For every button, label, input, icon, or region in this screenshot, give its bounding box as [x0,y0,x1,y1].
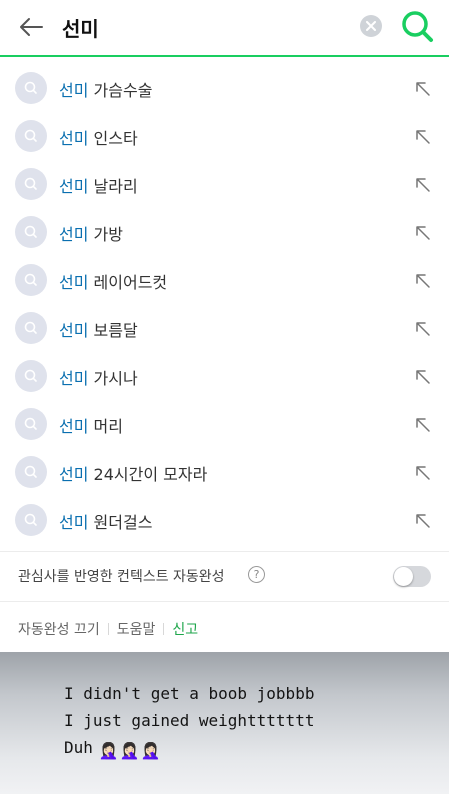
suggestion-item[interactable]: 선미 인스타 [0,112,449,160]
suggestion-text: 선미 인스타 [59,125,138,149]
story-caption: I didn't get a boob jobbbb I just gained… [64,680,314,764]
caption-duh: Duh [64,738,93,757]
arrow-up-left-icon[interactable] [414,368,432,386]
suggestion-rest: 원더걸스 [88,513,153,532]
divider [0,601,449,602]
context-autocomplete-label: 관심사를 반영한 컨텍스트 자동완성 [18,569,225,585]
arrow-up-left-icon[interactable] [414,512,432,530]
search-icon[interactable] [400,9,434,43]
report-link[interactable]: 신고 [172,622,198,638]
arrow-left-icon[interactable] [16,12,46,42]
caption-line-1: I didn't get a boob jobbbb [64,684,315,703]
suggestion-text: 선미 레이어드컷 [59,269,167,293]
suggestion-match: 선미 [59,81,89,100]
facepalm-emoji-row: 🤦🏻‍♀️🤦🏻‍♀️🤦🏻‍♀️ [99,737,162,764]
story-caption-overlay: I didn't get a boob jobbbb I just gained… [0,652,449,794]
suggestion-item[interactable]: 선미 머리 [0,400,449,448]
woman-facepalming-emoji: 🤦🏻‍♀️ [140,741,161,760]
suggestion-match: 선미 [59,465,89,484]
search-history-icon [15,120,47,152]
suggestion-item[interactable]: 선미 레이어드컷 [0,256,449,304]
suggestion-rest: 날라리 [88,177,138,196]
search-history-icon [15,456,47,488]
suggestion-rest: 보름달 [88,321,138,340]
suggestion-rest: 인스타 [88,129,138,148]
help-circle-icon[interactable]: ? [248,566,265,583]
suggestion-text: 선미 원더걸스 [59,509,152,533]
suggestion-text: 선미 가방 [59,221,123,245]
search-history-icon [15,360,47,392]
arrow-up-left-icon[interactable] [414,272,432,290]
suggestion-rest: 가슴수술 [88,81,153,100]
toggle-knob [394,567,413,586]
suggestion-match: 선미 [59,369,89,388]
context-autocomplete-toggle[interactable] [393,566,431,587]
suggestion-rest: 가시나 [88,369,138,388]
suggestion-match: 선미 [59,225,89,244]
suggestion-rest: 머리 [88,417,123,436]
clear-x-icon[interactable] [360,15,382,37]
separator [163,623,165,635]
footer-links: 자동완성 끄기 도움말 신고 [18,619,198,639]
suggestion-item[interactable]: 선미 가슴수술 [0,64,449,112]
suggestion-match: 선미 [59,177,89,196]
arrow-up-left-icon[interactable] [414,80,432,98]
search-history-icon [15,264,47,296]
suggestion-match: 선미 [59,129,89,148]
search-history-icon [15,408,47,440]
arrow-up-left-icon[interactable] [414,320,432,338]
arrow-up-left-icon[interactable] [414,176,432,194]
suggestion-rest: 가방 [88,225,123,244]
search-history-icon [15,72,47,104]
suggestion-item[interactable]: 선미 가시나 [0,352,449,400]
suggestion-text: 선미 머리 [59,413,123,437]
search-input[interactable] [62,10,342,44]
suggestion-item[interactable]: 선미 날라리 [0,160,449,208]
suggestion-rest: 레이어드컷 [88,273,168,292]
suggestion-text: 선미 24시간이 모자라 [59,461,207,485]
suggestion-match: 선미 [59,417,89,436]
suggestion-item[interactable]: 선미 원더걸스 [0,496,449,544]
arrow-up-left-icon[interactable] [414,464,432,482]
separator [107,623,109,635]
search-history-icon [15,216,47,248]
suggestion-item[interactable]: 선미 24시간이 모자라 [0,448,449,496]
turn-off-autocomplete-link[interactable]: 자동완성 끄기 [18,622,100,638]
suggestion-item[interactable]: 선미 가방 [0,208,449,256]
suggestion-item[interactable]: 선미 보름달 [0,304,449,352]
caption-line-3: Duh 🤦🏻‍♀️🤦🏻‍♀️🤦🏻‍♀️ [64,734,314,764]
autocomplete-list: 선미 가슴수술 선미 인스타 선미 날라리 선미 가방 선미 레이어드컷 선미 … [0,64,449,544]
help-link[interactable]: 도움말 [117,622,156,638]
suggestion-text: 선미 날라리 [59,173,138,197]
suggestion-rest: 24시간이 모자라 [88,465,208,484]
arrow-up-left-icon[interactable] [414,128,432,146]
woman-facepalming-emoji: 🤦🏻‍♀️ [98,741,119,760]
suggestion-text: 선미 가시나 [59,365,138,389]
arrow-up-left-icon[interactable] [414,416,432,434]
suggestion-text: 선미 보름달 [59,317,138,341]
suggestion-match: 선미 [59,321,89,340]
divider [0,551,449,552]
search-history-icon [15,312,47,344]
suggestion-match: 선미 [59,513,89,532]
search-history-icon [15,504,47,536]
search-history-icon [15,168,47,200]
suggestion-text: 선미 가슴수술 [59,77,152,101]
caption-line-2: I just gained weighttttttt [64,711,315,730]
woman-facepalming-emoji: 🤦🏻‍♀️ [119,741,140,760]
arrow-up-left-icon[interactable] [414,224,432,242]
suggestion-match: 선미 [59,273,89,292]
search-bar [0,0,449,57]
